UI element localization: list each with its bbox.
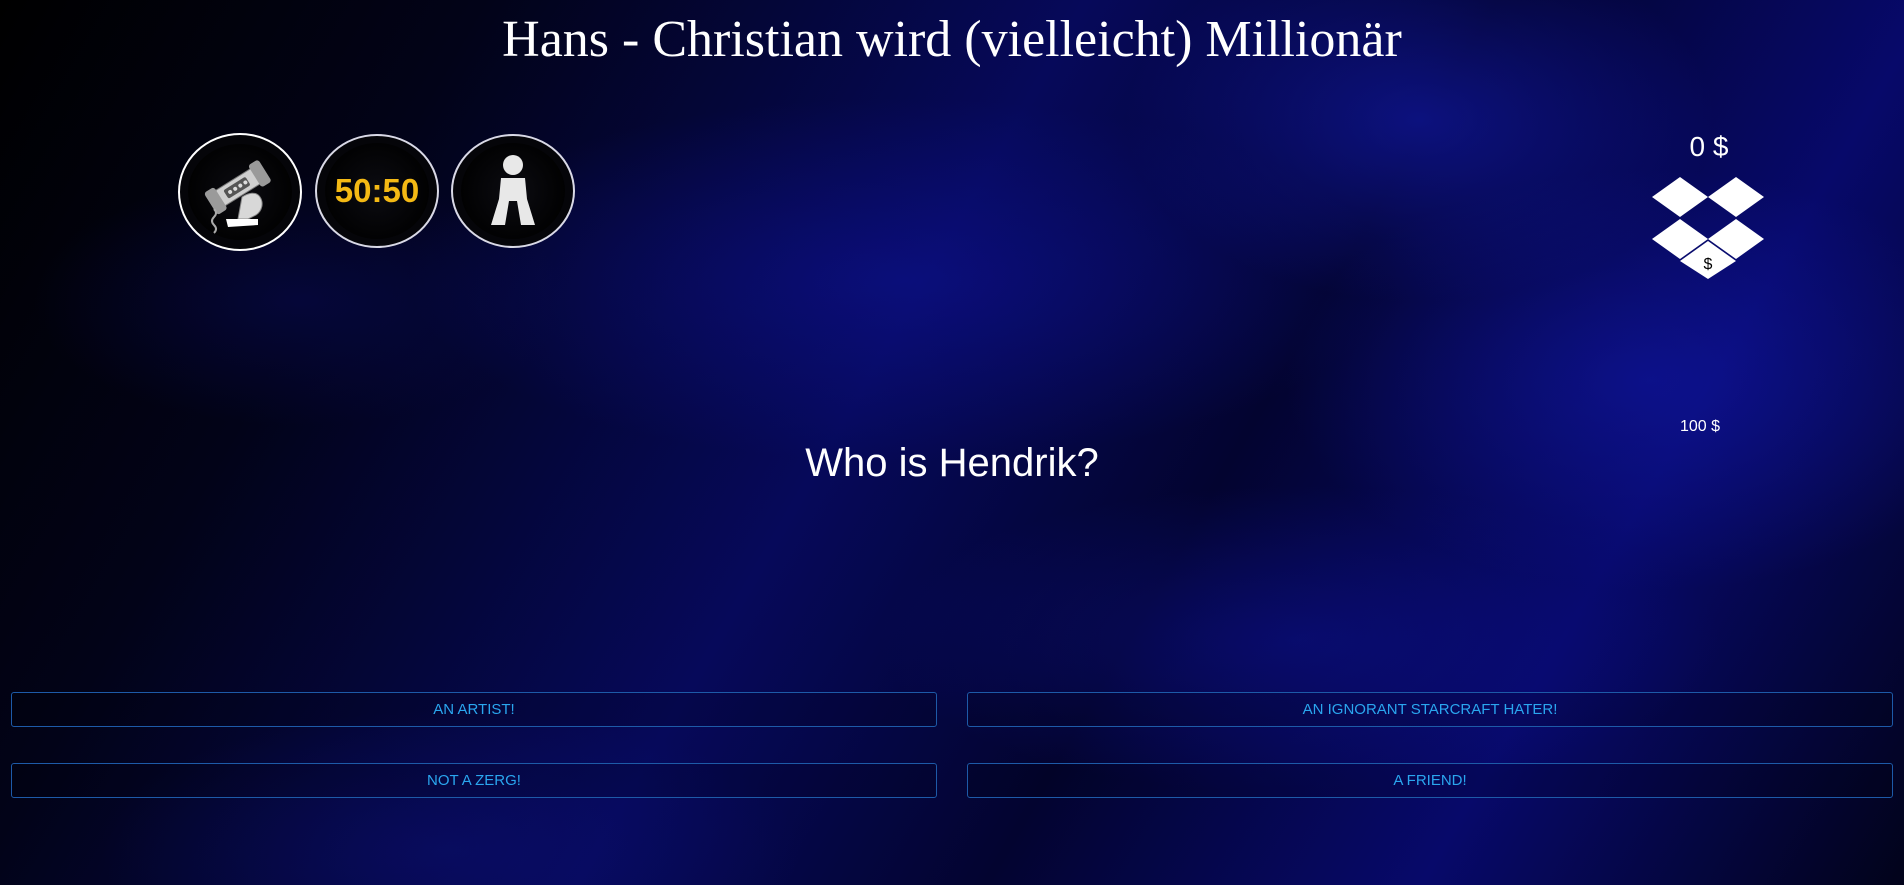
current-prize: 0 $ — [1689, 131, 1729, 162]
game-title: Hans - Christian wird (vielleicht) Milli… — [502, 11, 1402, 68]
answer-b-button[interactable]: AN IGNORANT STARCRAFT HATER! — [967, 692, 1893, 727]
person-icon — [491, 155, 535, 225]
fifty-fifty-button[interactable]: 50:50 — [315, 134, 439, 248]
dropbox-money-icon: $ — [1652, 177, 1764, 279]
phone-a-friend-button[interactable] — [178, 133, 302, 251]
answer-c-button[interactable]: NOT A ZERG! — [11, 763, 937, 798]
question-text: Who is Hendrik? — [805, 441, 1099, 485]
money-symbol: $ — [1704, 256, 1713, 273]
fifty-fifty-label: 50:50 — [334, 172, 420, 209]
next-prize: 100 $ — [1679, 418, 1721, 435]
hand-holding-phone-icon — [204, 160, 271, 234]
ask-the-audience-button[interactable] — [451, 134, 575, 248]
answer-d-button[interactable]: A FRIEND! — [967, 763, 1893, 798]
answer-a-button[interactable]: AN ARTIST! — [11, 692, 937, 727]
